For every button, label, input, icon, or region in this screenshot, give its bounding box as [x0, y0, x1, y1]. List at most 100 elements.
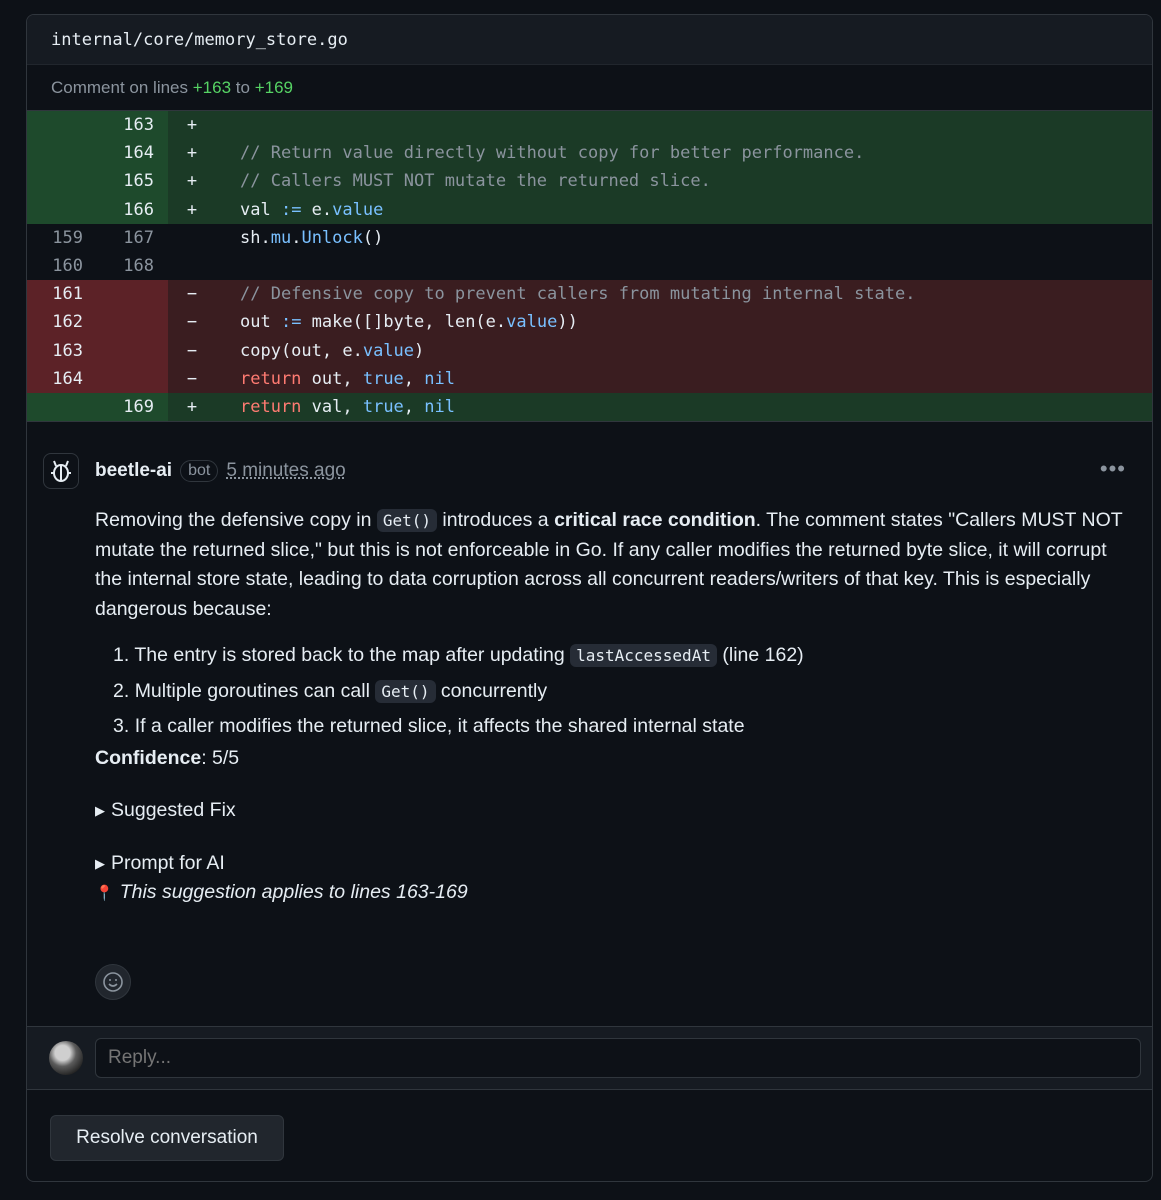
- add-reaction-button[interactable]: [95, 964, 131, 1001]
- code-line: // Callers MUST NOT mutate the returned …: [240, 171, 711, 192]
- inline-code: Get(): [375, 679, 436, 703]
- diff-sign: +: [186, 143, 198, 164]
- code-line: return out, true, nil: [240, 368, 455, 389]
- diff-row: 164 + // Return value directly without c…: [27, 139, 1152, 168]
- diff-sign: +: [186, 199, 198, 220]
- code-line: return val, true, nil: [240, 396, 455, 417]
- diff-row: 169 + return val, true, nil: [27, 392, 1152, 422]
- list-number: 2.: [113, 679, 130, 702]
- user-avatar[interactable]: [49, 1041, 83, 1075]
- diff-row: 166 + val := e.value: [27, 195, 1152, 224]
- code-line: val := e.value: [240, 199, 384, 220]
- code-line: // Return value directly without copy fo…: [240, 143, 865, 164]
- applies-text: This suggestion applies to lines 163-169: [119, 881, 468, 904]
- text-run: Removing the defensive copy in: [95, 509, 377, 532]
- suggested-fix-label: Suggested Fix: [111, 799, 236, 822]
- reasons-list: 1. The entry is stored back to the map a…: [95, 638, 1135, 744]
- new-line-number: 163: [97, 111, 168, 140]
- confidence-value: : 5/5: [201, 746, 240, 769]
- new-line-number: 167: [123, 227, 154, 248]
- diff-row: 164 − return out, true, nil: [27, 364, 1152, 393]
- bot-avatar[interactable]: [43, 453, 79, 490]
- resolve-label: Resolve conversation: [76, 1127, 258, 1148]
- text-run: The entry is stored back to the map afte…: [134, 644, 571, 667]
- diff-row: 160 168: [27, 251, 1152, 281]
- review-thread-card: internal/core/memory_store.go Comment on…: [26, 14, 1153, 1182]
- pushpin-icon: 📍: [95, 885, 114, 903]
- confidence-label: Confidence: [95, 746, 202, 769]
- comment-on-to: +169: [254, 77, 293, 97]
- code-line: // Defensive copy to prevent callers fro…: [240, 284, 916, 305]
- code-line: copy(out, e.value): [240, 340, 425, 361]
- old-line-number: 163: [27, 336, 97, 365]
- old-line-number: [27, 139, 97, 168]
- inline-code: lastAccessedAt: [570, 644, 717, 668]
- resolve-conversation-button[interactable]: Resolve conversation: [50, 1115, 284, 1161]
- diff-sign: −: [186, 312, 198, 333]
- code-line: sh.mu.Unlock(): [240, 227, 384, 248]
- diff-sign: −: [186, 368, 198, 389]
- comment-on-lines: Comment on lines +163 to +169: [27, 65, 1152, 111]
- old-line-number: [27, 111, 97, 140]
- diff-sign: +: [186, 396, 198, 417]
- new-line-number: 168: [123, 256, 154, 277]
- new-line-number: [97, 308, 168, 337]
- beetle-logo-icon: [51, 460, 71, 483]
- comment-on-prefix: Comment on lines: [51, 77, 189, 97]
- list-item: 3. If a caller modifies the returned sli…: [113, 709, 1135, 744]
- old-line-number: [27, 392, 97, 422]
- prompt-for-ai-label: Prompt for AI: [111, 851, 225, 874]
- new-line-number: [97, 280, 168, 309]
- text-run: Multiple goroutines can call: [134, 679, 376, 702]
- smiley-icon: [103, 972, 123, 992]
- author-name[interactable]: beetle-ai: [95, 460, 172, 482]
- kebab-horizontal-icon[interactable]: •••: [1100, 456, 1126, 482]
- old-line-number: 162: [27, 308, 97, 337]
- confidence-line: Confidence: 5/5: [95, 744, 1135, 774]
- file-path-header[interactable]: internal/core/memory_store.go: [27, 15, 1152, 65]
- reply-input[interactable]: [95, 1038, 1141, 1078]
- list-number: 3.: [113, 715, 130, 738]
- new-line-number: [97, 364, 168, 393]
- triangle-right-icon: ▶: [95, 803, 105, 819]
- comment-paragraph: Removing the defensive copy in Get() int…: [95, 506, 1135, 624]
- old-line-number: 160: [52, 256, 83, 277]
- diff-row: 159 167 sh.mu.Unlock(): [27, 223, 1152, 252]
- comment-thread: beetle-ai bot 5 minutes ago ••• Removing…: [27, 421, 1152, 1024]
- diff-row: 163 − copy(out, e.value): [27, 336, 1152, 365]
- comment-body: Removing the defensive copy in Get() int…: [95, 506, 1135, 909]
- old-line-number: [27, 195, 97, 224]
- diff-hunk: 163 + 164 + // Return value directly wit…: [27, 111, 1152, 422]
- file-path[interactable]: internal/core/memory_store.go: [51, 30, 348, 50]
- suggested-fix-toggle[interactable]: ▶ Suggested Fix: [95, 796, 1135, 826]
- new-line-number: 166: [97, 195, 168, 224]
- diff-row: 161 − // Defensive copy to prevent calle…: [27, 280, 1152, 309]
- old-line-number: 161: [27, 280, 97, 309]
- comment-timestamp[interactable]: 5 minutes ago: [226, 460, 345, 482]
- bot-badge: bot: [180, 460, 219, 483]
- text-run: concurrently: [435, 679, 548, 702]
- new-line-number: [97, 336, 168, 365]
- triangle-right-icon: ▶: [95, 855, 105, 871]
- diff-row: 165 + // Callers MUST NOT mutate the ret…: [27, 167, 1152, 196]
- old-line-number: [27, 167, 97, 196]
- diff-sign: +: [186, 115, 198, 136]
- old-line-number: 164: [27, 364, 97, 393]
- diff-sign: +: [186, 171, 198, 192]
- list-item: 1. The entry is stored back to the map a…: [113, 638, 1135, 674]
- emphasis-text: critical race condition: [554, 509, 756, 532]
- text-run: introduces a: [437, 509, 555, 532]
- text-run: If a caller modifies the returned slice,…: [134, 715, 745, 738]
- list-item: 2. Multiple goroutines can call Get() co…: [113, 674, 1135, 710]
- text-run: (line 162): [716, 644, 804, 667]
- list-number: 1.: [113, 644, 130, 667]
- comment-on-from: +163: [192, 77, 232, 97]
- reply-bar: [27, 1026, 1152, 1090]
- applies-note: 📍 This suggestion applies to lines 163-16…: [95, 878, 1135, 909]
- comment-header: beetle-ai bot 5 minutes ago: [95, 460, 346, 483]
- code-line: out := make([]byte, len(e.value)): [240, 312, 578, 333]
- diff-row: 163 +: [27, 111, 1152, 140]
- new-line-number: 169: [97, 392, 168, 422]
- new-line-number: 165: [97, 167, 168, 196]
- prompt-for-ai-toggle[interactable]: ▶ Prompt for AI: [95, 849, 1135, 879]
